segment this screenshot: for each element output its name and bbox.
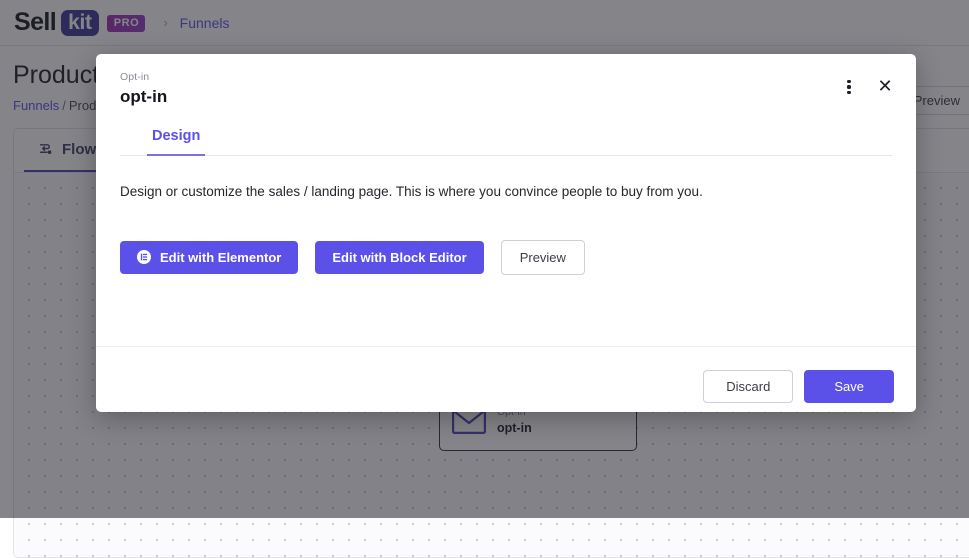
tab-design[interactable]: Design — [147, 124, 205, 156]
edit-with-elementor-button[interactable]: Edit with Elementor — [120, 241, 298, 274]
edit-with-elementor-label: Edit with Elementor — [160, 250, 281, 265]
modal-tab-strip: Design — [120, 123, 892, 156]
modal-action-buttons: Edit with Elementor Edit with Block Edit… — [120, 240, 892, 275]
more-vertical-icon[interactable] — [840, 78, 858, 96]
modal-footer: Discard Save — [96, 346, 916, 412]
discard-button[interactable]: Discard — [703, 370, 793, 403]
modal-heading-group: Opt-in opt-in — [120, 70, 167, 109]
modal-description: Design or customize the sales / landing … — [120, 182, 892, 202]
modal-preview-button[interactable]: Preview — [501, 240, 585, 275]
elementor-icon — [137, 250, 151, 264]
save-button[interactable]: Save — [804, 370, 894, 403]
modal-title: opt-in — [120, 86, 167, 109]
modal-header-actions: ✕ — [840, 70, 894, 96]
optin-design-modal: Opt-in opt-in ✕ Design Design or customi… — [96, 54, 916, 412]
kebab-dot — [847, 85, 850, 88]
modal-body: Design or customize the sales / landing … — [96, 156, 916, 346]
edit-with-block-editor-button[interactable]: Edit with Block Editor — [315, 241, 483, 274]
kebab-dot — [847, 80, 850, 83]
edit-with-block-editor-label: Edit with Block Editor — [332, 250, 466, 265]
modal-header: Opt-in opt-in ✕ — [96, 54, 916, 109]
kebab-dot — [847, 91, 850, 94]
modal-eyebrow: Opt-in — [120, 70, 167, 85]
close-icon[interactable]: ✕ — [876, 78, 894, 96]
